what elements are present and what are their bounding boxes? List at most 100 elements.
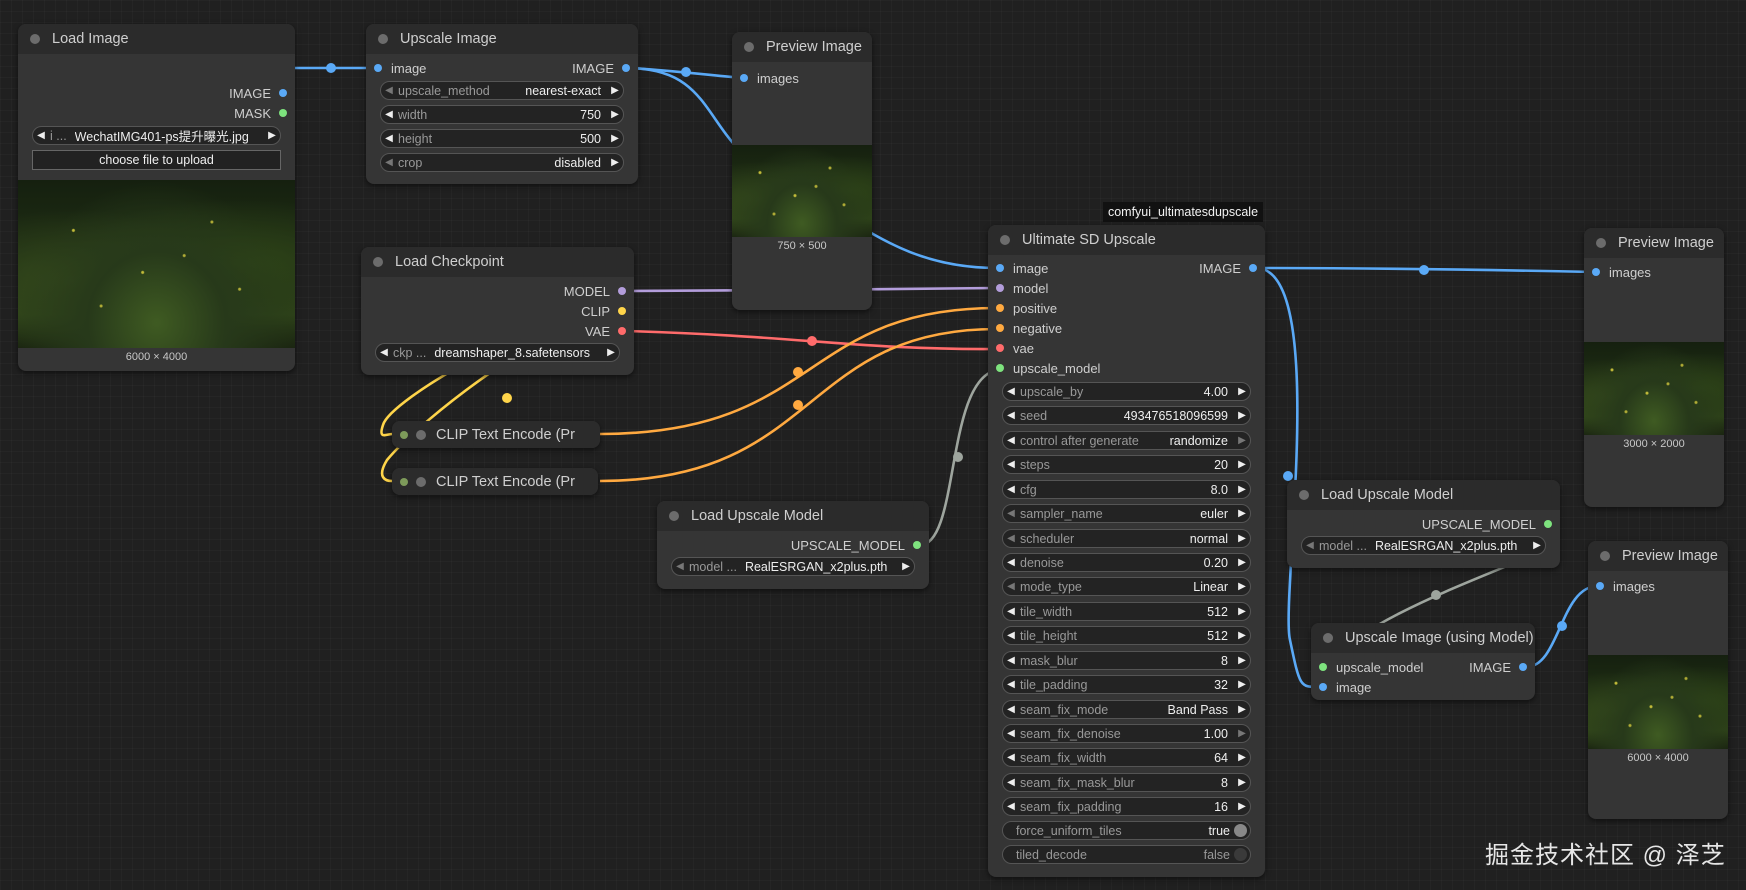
input-image[interactable]: image (988, 259, 1048, 277)
seam-fix-denoise-number[interactable]: ◀ seam_fix_denoise 1.00 ▶ (1002, 724, 1251, 743)
node-header[interactable]: Preview Image (1588, 541, 1728, 571)
node-header[interactable]: Load Upscale Model (657, 501, 929, 531)
crop-combo[interactable]: ◀ crop disabled ▶ (380, 153, 624, 172)
slot-dot-icon[interactable] (374, 64, 382, 72)
input-image[interactable]: image (1311, 678, 1371, 696)
load-upscale-model-node-1[interactable]: Load Upscale Model UPSCALE_MODEL ◀ model … (657, 501, 929, 589)
collapse-dot-icon[interactable] (416, 429, 426, 440)
node-header[interactable]: Load Image (18, 24, 295, 54)
collapse-dot-icon[interactable] (1299, 490, 1309, 500)
input-upscale-model[interactable]: upscale_model (1311, 658, 1423, 676)
node-header[interactable]: Preview Image (732, 32, 872, 62)
seam-fix-padding-number[interactable]: ◀ seam_fix_padding 16 ▶ (1002, 797, 1251, 816)
reroute-dot[interactable] (1419, 265, 1429, 275)
slot-dot-icon[interactable] (1592, 268, 1600, 276)
collapse-dot-icon[interactable] (416, 476, 426, 487)
seam-fix-width-number[interactable]: ◀ seam_fix_width 64 ▶ (1002, 748, 1251, 767)
node-header[interactable]: Preview Image (1584, 228, 1724, 258)
slot-dot-icon[interactable] (1319, 683, 1327, 691)
reroute-dot[interactable] (807, 336, 817, 346)
output-upscale-model[interactable]: UPSCALE_MODEL (1422, 515, 1560, 533)
slot-dot-icon[interactable] (996, 304, 1004, 312)
collapse-dot-icon[interactable] (1000, 235, 1010, 245)
slot-dot-icon[interactable] (618, 327, 626, 335)
cfg-number[interactable]: ◀ cfg 8.0 ▶ (1002, 480, 1251, 499)
slot-dot-icon[interactable] (1596, 582, 1604, 590)
collapse-dot-icon[interactable] (378, 34, 388, 44)
seam-fix-mask-blur-number[interactable]: ◀ seam_fix_mask_blur 8 ▶ (1002, 773, 1251, 792)
seed-number[interactable]: ◀ seed 493476518096599 ▶ (1002, 406, 1251, 425)
slot-dot-icon[interactable] (1519, 663, 1527, 671)
node-header[interactable]: Load Upscale Model (1287, 480, 1560, 510)
reroute-dot[interactable] (953, 452, 963, 462)
input-image[interactable]: image (366, 59, 426, 77)
slot-dot-icon[interactable] (400, 430, 408, 439)
load-checkpoint-node[interactable]: Load Checkpoint MODEL CLIP VAE ◀ ckp ... d… (361, 247, 634, 375)
mode-type-combo[interactable]: ◀ mode_type Linear ▶ (1002, 577, 1251, 596)
collapse-dot-icon[interactable] (1600, 551, 1610, 561)
output-model[interactable]: MODEL (564, 282, 634, 300)
collapse-dot-icon[interactable] (1323, 633, 1333, 643)
collapse-dot-icon[interactable] (744, 42, 754, 52)
clip-text-encode-node-2[interactable]: CLIP Text Encode (Pr (392, 468, 598, 495)
arrow-left-icon[interactable]: ◀ (33, 130, 49, 141)
slot-dot-icon[interactable] (279, 109, 287, 117)
output-upscale-model[interactable]: UPSCALE_MODEL (791, 536, 929, 554)
slot-dot-icon[interactable] (996, 284, 1004, 292)
reroute-dot[interactable] (326, 63, 336, 73)
upscale-image-using-model-node[interactable]: Upscale Image (using Model) upscale_mode… (1311, 623, 1535, 700)
tile-height-number[interactable]: ◀ tile_height 512 ▶ (1002, 626, 1251, 645)
checkpoint-select[interactable]: ◀ ckp ... dreamshaper_8.safetensors ▶ (375, 343, 620, 362)
input-upscale-model[interactable]: upscale_model (988, 359, 1100, 377)
collapse-dot-icon[interactable] (1596, 238, 1606, 248)
reroute-dot[interactable] (1431, 590, 1441, 600)
node-header[interactable]: CLIP Text Encode (Pr (392, 468, 598, 495)
slot-dot-icon[interactable] (913, 541, 921, 549)
slot-dot-icon[interactable] (1249, 264, 1257, 272)
slot-dot-icon[interactable] (622, 64, 630, 72)
input-vae[interactable]: vae (988, 339, 1034, 357)
upscale-model-select[interactable]: ◀ model ... RealESRGAN_x2plus.pth ▶ (671, 557, 915, 576)
upscale-by-number[interactable]: ◀ upscale_by 4.00 ▶ (1002, 382, 1251, 401)
collapse-dot-icon[interactable] (669, 511, 679, 521)
tiled-decode-toggle[interactable]: tiled_decode false (1002, 845, 1251, 864)
arrow-right-icon[interactable]: ▶ (264, 130, 280, 141)
slot-dot-icon[interactable] (740, 74, 748, 82)
sampler-name-combo[interactable]: ◀ sampler_name euler ▶ (1002, 504, 1251, 523)
preview-image-node-2[interactable]: Preview Image images 3000 × 2000 (1584, 228, 1724, 507)
tile-width-number[interactable]: ◀ tile_width 512 ▶ (1002, 602, 1251, 621)
scheduler-combo[interactable]: ◀ scheduler normal ▶ (1002, 529, 1251, 548)
input-positive[interactable]: positive (988, 299, 1057, 317)
node-header[interactable]: Load Checkpoint (361, 247, 634, 277)
slot-dot-icon[interactable] (996, 344, 1004, 352)
seam-fix-mode-combo[interactable]: ◀ seam_fix_mode Band Pass ▶ (1002, 700, 1251, 719)
node-header[interactable]: Ultimate SD Upscale (988, 225, 1265, 255)
image-select[interactable]: ◀ i ... WechatIMG401-ps提升曝光.jpg ▶ (32, 126, 281, 145)
output-image[interactable]: IMAGE (229, 84, 295, 102)
output-mask[interactable]: MASK (234, 104, 295, 122)
upscale-method-combo[interactable]: ◀ upscale_method nearest-exact ▶ (380, 81, 624, 100)
input-negative[interactable]: negative (988, 319, 1062, 337)
slot-dot-icon[interactable] (400, 477, 408, 486)
reroute-dot[interactable] (793, 400, 803, 410)
preview-image-node-1[interactable]: Preview Image images 750 × 500 (732, 32, 872, 310)
slot-dot-icon[interactable] (996, 364, 1004, 372)
slot-dot-icon[interactable] (996, 324, 1004, 332)
slot-dot-icon[interactable] (1319, 663, 1327, 671)
reroute-dot[interactable] (1557, 621, 1567, 631)
height-number[interactable]: ◀ height 500 ▶ (380, 129, 624, 148)
slot-dot-icon[interactable] (618, 287, 626, 295)
upscale-image-node[interactable]: Upscale Image image IMAGE ◀ upscale_metho… (366, 24, 638, 184)
input-images[interactable]: images (732, 69, 799, 87)
input-images[interactable]: images (1588, 577, 1655, 595)
upscale-model-select[interactable]: ◀ model ... RealESRGAN_x2plus.pth ▶ (1301, 536, 1546, 555)
slot-dot-icon[interactable] (618, 307, 626, 315)
input-images[interactable]: images (1584, 263, 1651, 281)
input-model[interactable]: model (988, 279, 1048, 297)
output-image[interactable]: IMAGE (1469, 658, 1535, 676)
preview-image-node-3[interactable]: Preview Image images 6000 × 4000 (1588, 541, 1728, 819)
tile-padding-number[interactable]: ◀ tile_padding 32 ▶ (1002, 675, 1251, 694)
load-upscale-model-node-2[interactable]: Load Upscale Model UPSCALE_MODEL ◀ model … (1287, 480, 1560, 568)
reroute-dot[interactable] (681, 67, 691, 77)
mask-blur-number[interactable]: ◀ mask_blur 8 ▶ (1002, 651, 1251, 670)
